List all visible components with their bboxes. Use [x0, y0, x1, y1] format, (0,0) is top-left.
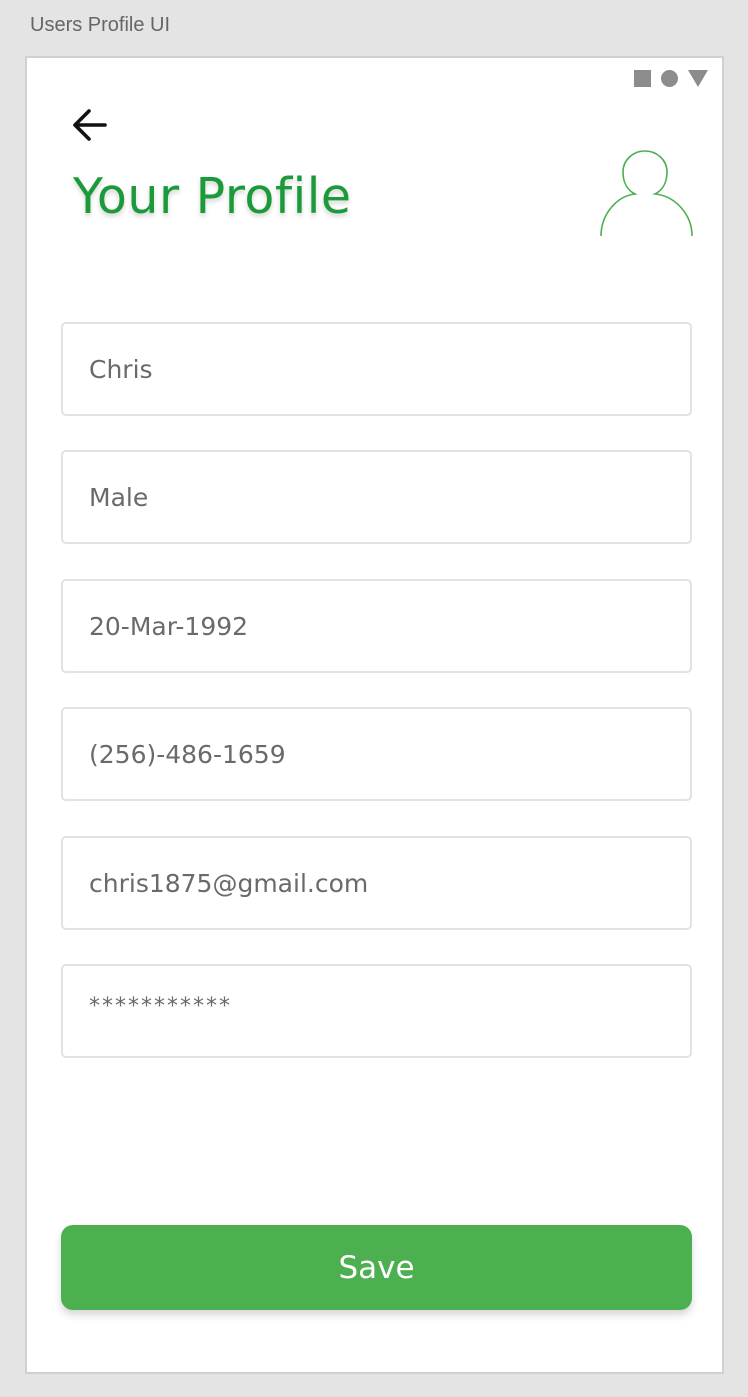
- gender-field[interactable]: Male: [61, 450, 692, 544]
- page-title: Your Profile: [73, 168, 352, 225]
- email-field[interactable]: chris1875@gmail.com: [61, 836, 692, 930]
- triangle-down-icon: [688, 70, 708, 87]
- name-field[interactable]: Chris: [61, 322, 692, 416]
- save-button[interactable]: Save: [61, 1225, 692, 1310]
- phone-field[interactable]: (256)-486-1659: [61, 707, 692, 801]
- phone-screen: Your Profile Chris Male 20-Mar-1992 (256…: [25, 56, 724, 1374]
- user-avatar-icon: [600, 150, 693, 237]
- date-of-birth-field[interactable]: 20-Mar-1992: [61, 579, 692, 673]
- circle-icon: [661, 70, 678, 87]
- status-bar: [634, 70, 708, 87]
- arrow-left-icon: [73, 109, 107, 141]
- back-button[interactable]: [67, 102, 113, 148]
- avatar[interactable]: [599, 148, 695, 238]
- frame-title: Users Profile UI: [30, 14, 171, 36]
- password-field[interactable]: ***********: [61, 964, 692, 1058]
- square-icon: [634, 70, 651, 87]
